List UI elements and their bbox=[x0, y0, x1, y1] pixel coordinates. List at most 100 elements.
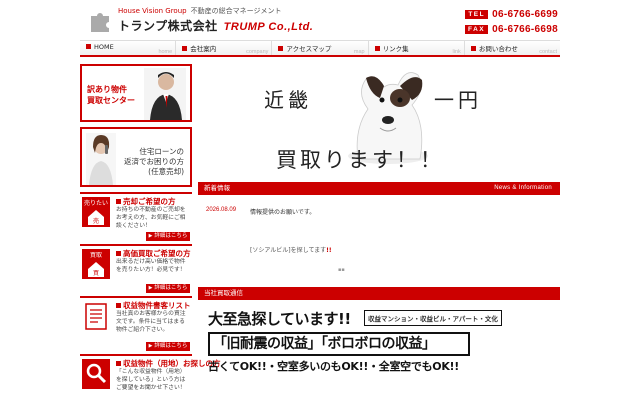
news-list: 2026.08.09 情報提供のお願いです。 [ソシアルビル]を探してます!! … bbox=[198, 195, 560, 287]
main-content: 近畿 一円 買取ります！！ 新着情報 News & Information 20… bbox=[198, 64, 560, 400]
site-header: House Vision Group 不動産の総合マネージメント トランプ株式会社… bbox=[80, 4, 560, 38]
flyer-badge: 収益マンション・収益ビル・アパート・文化 bbox=[364, 310, 502, 326]
hero-text-region: 近畿 bbox=[264, 88, 312, 112]
global-nav: HOME home 会社案内 company アクセスマップ map リンク集 link… bbox=[80, 40, 560, 57]
news-item-link[interactable]: [ソシアルビル]を探してます!! bbox=[250, 245, 332, 254]
arrow-right-icon: ▶ bbox=[148, 343, 153, 349]
service-title-text: 高価買取ご希望の方 bbox=[123, 249, 191, 258]
news-heading: 新着情報 bbox=[204, 184, 230, 192]
flyer-subheadline: 「旧耐震の収益」「ボロボロの収益」 bbox=[208, 332, 470, 356]
svg-text:売: 売 bbox=[93, 217, 99, 225]
nav-bullet-icon bbox=[86, 44, 91, 49]
woman-on-phone-photo bbox=[86, 133, 116, 185]
banner-line: 返済でお困りの方 bbox=[124, 157, 184, 166]
details-label: 詳細はこちら bbox=[154, 285, 188, 291]
nav-bullet-icon bbox=[182, 46, 188, 51]
nav-sub-label: map bbox=[353, 49, 365, 55]
businessman-photo bbox=[144, 68, 186, 120]
distressed-property-banner[interactable]: 訳あり物件 買取センター bbox=[80, 64, 192, 122]
tel-number: 06-6766-6699 bbox=[492, 9, 558, 20]
nav-label: HOME bbox=[94, 43, 114, 51]
details-label: 詳細はこちら bbox=[154, 233, 188, 239]
purchase-flyer[interactable]: 大至急探しています!! 収益マンション・収益ビル・アパート・文化 「旧耐震の収益… bbox=[198, 306, 560, 400]
document-list-icon bbox=[85, 303, 107, 330]
nav-item-contact[interactable]: お問い合わせ contact bbox=[465, 41, 560, 55]
bullet-icon bbox=[116, 251, 121, 256]
nav-label: 会社案内 bbox=[190, 45, 217, 53]
nav-bullet-icon bbox=[470, 46, 476, 51]
news-item-mark: !! bbox=[326, 247, 332, 254]
nav-sub-label: link bbox=[452, 49, 461, 55]
nav-item-home[interactable]: HOME home bbox=[80, 41, 177, 55]
company-name-jp: トランプ株式会社 bbox=[118, 19, 218, 33]
hero-text-buyout: 買取ります！！ bbox=[276, 148, 444, 172]
fax-label: FAX bbox=[464, 25, 489, 34]
service-buyout: 買取 買 高価買取ご希望の方 出来るだけ高い価格で物件を売りたい方！必見です！ … bbox=[80, 244, 192, 294]
banner-line: 住宅ローンの bbox=[139, 147, 184, 156]
puzzle-logo-icon bbox=[91, 13, 109, 32]
service-desc: 当社真のお客様からの買注文です。条件に当てはまる物件ご紹介下さい。 bbox=[116, 311, 186, 333]
arrow-right-icon: ▶ bbox=[148, 285, 153, 291]
details-button[interactable]: ▶ 詳細はこちら bbox=[146, 284, 190, 293]
loan-trouble-banner[interactable]: 住宅ローンの 返済でお困りの方 (任意売却) bbox=[80, 127, 192, 187]
svg-text:買: 買 bbox=[93, 270, 99, 277]
nav-bullet-icon bbox=[374, 46, 380, 51]
details-button[interactable]: ▶ 詳細はこちら bbox=[146, 232, 190, 241]
arrow-right-icon: ▶ bbox=[148, 233, 153, 239]
service-search-property: 収益物件（用地）お探しの方 「こんな収益物件（用地）を探している」という方はご要… bbox=[80, 354, 221, 398]
banner-text: 住宅ローンの 返済でお困りの方 (任意売却) bbox=[124, 147, 184, 177]
nav-item-map[interactable]: アクセスマップ map bbox=[272, 41, 369, 55]
news-heading-en: News & Information bbox=[494, 185, 552, 191]
tagline-en: House Vision Group bbox=[118, 7, 187, 15]
tagline-jp: 不動産の総合マネージメント bbox=[190, 7, 282, 15]
fax-row: FAX 06-6766-6698 bbox=[464, 24, 558, 35]
svg-text:売りたい: 売りたい bbox=[84, 199, 108, 207]
company-name-en: TRUMP Co.,Ltd. bbox=[223, 21, 314, 33]
service-desc: お持ちの不動産のご売却をお考えの方、お気軽にご相談ください！ bbox=[116, 207, 186, 229]
details-button[interactable]: ▶ 詳細はこちら bbox=[146, 342, 190, 351]
tel-row: TEL 06-6766-6699 bbox=[465, 9, 558, 20]
nav-item-link[interactable]: リンク集 link bbox=[369, 41, 465, 55]
news-item-text: [ソシアルビル]を探してます bbox=[250, 247, 327, 254]
sell-house-icon: 売りたい 売 bbox=[82, 197, 110, 227]
service-desc: 出来るだけ高い価格で物件を売りたい方！必見です！ bbox=[116, 259, 186, 273]
hero-text-area: 一円 bbox=[434, 88, 482, 112]
service-sell: 売りたい 売 売却ご希望の方 お持ちの不動産のご売却をお考えの方、お気軽にご相談… bbox=[80, 192, 192, 242]
magnifier-icon bbox=[82, 359, 110, 389]
nav-sub-label: home bbox=[158, 49, 173, 55]
bullet-icon bbox=[116, 303, 121, 308]
nav-label: お問い合わせ bbox=[478, 45, 518, 53]
service-buyer-list: 収益物件書客リスト 当社真のお客様からの買注文です。条件に当てはまる物件ご紹介下… bbox=[80, 296, 192, 352]
service-desc: 「こんな収益物件（用地）を探している」という方はご要望をお聞かせ下さい！ bbox=[116, 369, 186, 391]
svg-text:買取: 買取 bbox=[90, 252, 102, 259]
buyout-house-icon: 買取 買 bbox=[82, 249, 110, 279]
banner-line: 訳あり物件 bbox=[87, 85, 127, 94]
flyer-headline: 大至急探しています!! bbox=[208, 310, 351, 328]
banner-line: 買取センター bbox=[87, 96, 135, 105]
purchase-heading: 当社買取通信 bbox=[204, 289, 243, 297]
service-title-text: 売却ご希望の方 bbox=[123, 197, 176, 206]
nav-bullet-icon bbox=[278, 46, 284, 51]
purchase-heading-bar: 当社買取通信 bbox=[198, 287, 560, 300]
hero-banner: 近畿 一円 買取ります！！ bbox=[198, 64, 560, 182]
nav-label: リンク集 bbox=[382, 45, 409, 53]
news-heading-bar: 新着情報 News & Information bbox=[198, 182, 560, 195]
sidebar: 訳あり物件 買取センター 住宅ローンの 返済でお困りの方 (任意売却) 売りたい… bbox=[80, 64, 221, 400]
news-item-link[interactable]: 情報提供のお願いです。 bbox=[250, 207, 315, 216]
details-label: 詳細はこちら bbox=[154, 343, 188, 349]
tagline: House Vision Group 不動産の総合マネージメント bbox=[118, 6, 281, 16]
nav-label: アクセスマップ bbox=[286, 45, 332, 53]
nav-sub-label: contact bbox=[539, 49, 558, 55]
news-date: 2026.08.09 bbox=[206, 207, 237, 213]
flyer-conditions: 古くてOK!!・空室多いのもOK!!・全室空でもOK!! bbox=[208, 360, 459, 373]
nav-item-company[interactable]: 会社案内 company bbox=[176, 41, 273, 55]
nav-sub-label: company bbox=[246, 49, 269, 55]
bullet-icon bbox=[116, 361, 121, 366]
company-name[interactable]: トランプ株式会社 TRUMP Co.,Ltd. bbox=[118, 17, 313, 34]
service-title-text: 収益物件書客リスト bbox=[123, 301, 191, 310]
banner-text: 訳あり物件 買取センター bbox=[87, 84, 135, 106]
bullet-icon bbox=[116, 199, 121, 204]
banner-line: (任意売却) bbox=[148, 167, 184, 176]
tel-label: TEL bbox=[465, 10, 489, 19]
news-scroll-indicator: ▪▪ bbox=[338, 267, 345, 273]
